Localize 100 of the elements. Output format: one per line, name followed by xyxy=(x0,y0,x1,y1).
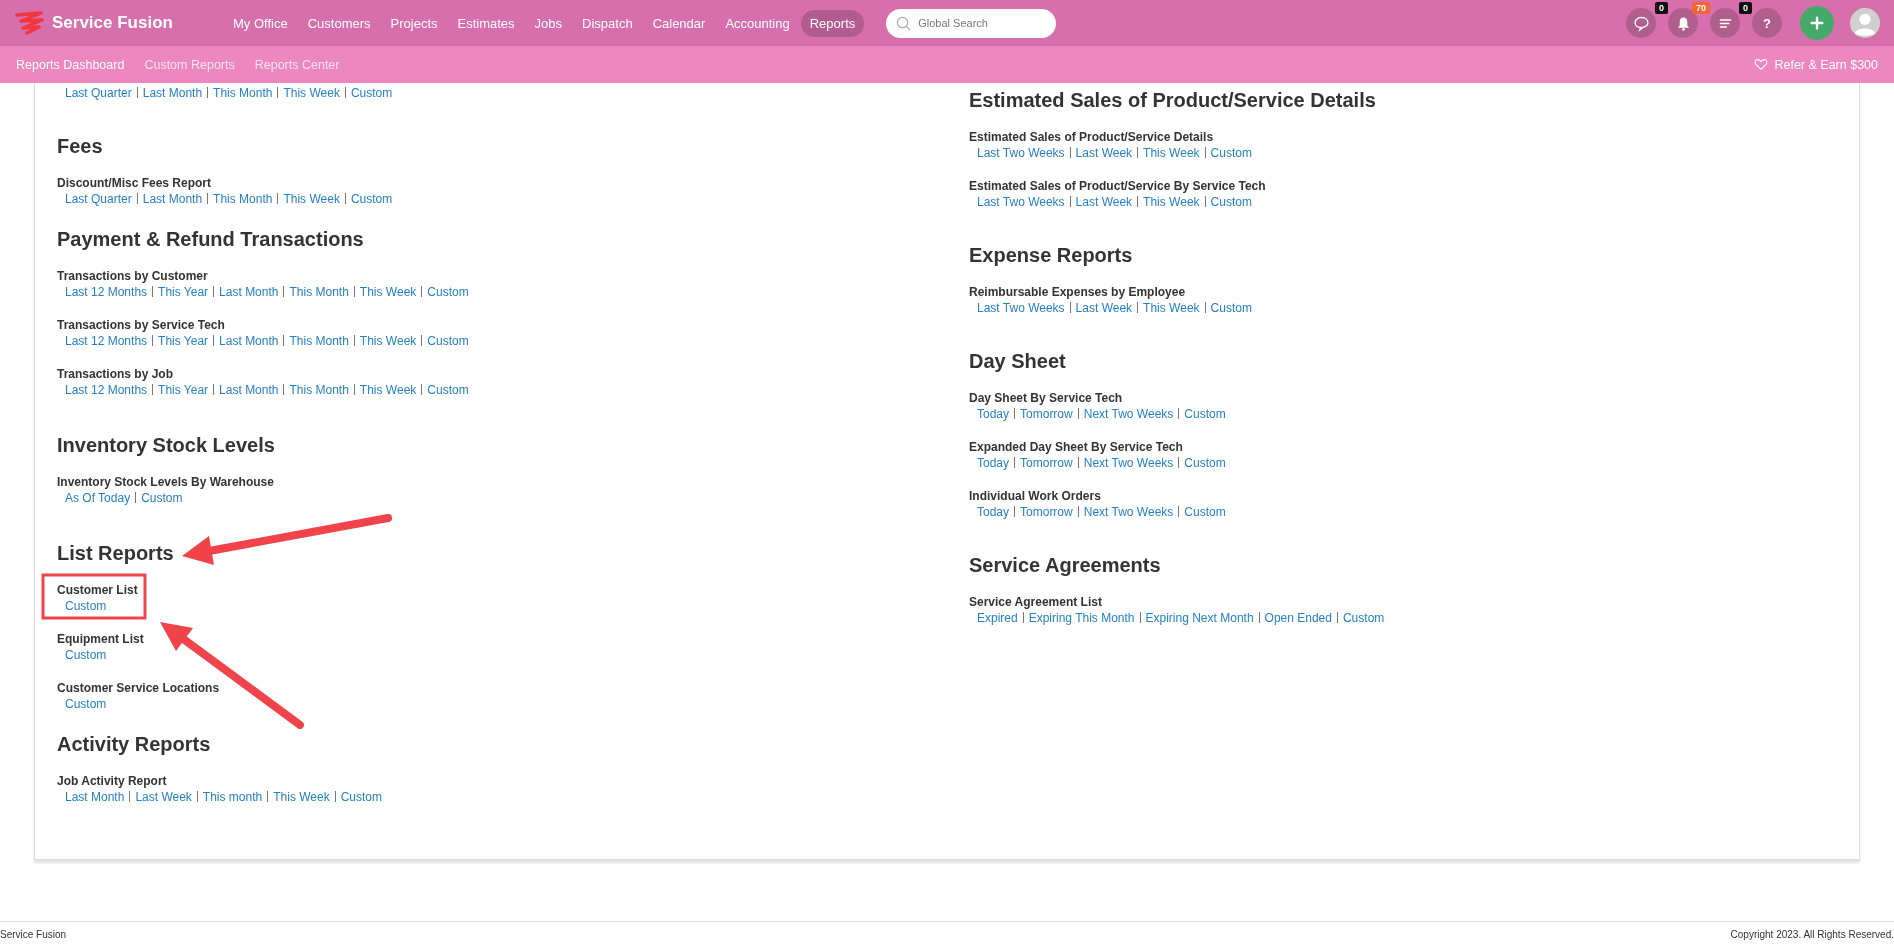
report-link[interactable]: Last Quarter xyxy=(65,192,132,206)
nav-item[interactable]: Reports xyxy=(800,9,865,37)
nav-item[interactable]: My Office xyxy=(224,9,297,37)
brand-name[interactable]: Service Fusion xyxy=(52,13,173,33)
report-link[interactable]: This Month xyxy=(289,285,349,299)
report-link[interactable]: This Month xyxy=(213,86,273,100)
report-link[interactable]: Custom xyxy=(427,383,469,397)
report-link[interactable]: Last 12 Months xyxy=(65,285,148,299)
help-button[interactable]: ? xyxy=(1752,8,1782,38)
report-link[interactable]: Custom xyxy=(1210,301,1252,315)
report-link[interactable]: This Week xyxy=(1143,146,1200,160)
report-link[interactable]: Open Ended xyxy=(1264,611,1332,625)
report-link[interactable]: Last Month xyxy=(219,285,279,299)
report-link[interactable]: Custom xyxy=(340,790,383,804)
nav-item[interactable]: Accounting xyxy=(716,9,799,37)
report-link[interactable]: This Month xyxy=(289,334,349,348)
report-link[interactable]: Last 12 Months xyxy=(65,334,148,348)
report-link[interactable]: This Week xyxy=(1143,301,1200,315)
report-link[interactable]: Last Week xyxy=(1075,146,1133,160)
report-link[interactable]: Custom xyxy=(1184,456,1226,470)
count-badge: 0 xyxy=(1655,2,1668,14)
report-link[interactable]: Custom xyxy=(1184,407,1226,421)
report-title: Equipment List xyxy=(57,631,145,647)
report-link[interactable]: Tomorrow xyxy=(1020,505,1073,519)
report-link[interactable]: Last Week xyxy=(135,790,192,804)
plus-icon xyxy=(1808,14,1826,32)
section-heading: Fees xyxy=(57,135,104,158)
search-field[interactable]: Global Search xyxy=(886,8,1057,38)
report-link[interactable]: This Week xyxy=(359,285,417,299)
tasks-button[interactable] xyxy=(1710,8,1740,38)
report-link[interactable]: This Year xyxy=(158,285,209,299)
report-link[interactable]: This month xyxy=(202,790,263,804)
report-title: Individual Work Orders xyxy=(969,488,1102,504)
report-link[interactable]: Last Week xyxy=(1075,301,1133,315)
add-button[interactable] xyxy=(1800,6,1834,40)
report-link[interactable]: Last Quarter xyxy=(65,86,132,100)
report-link[interactable]: Last Two Weeks xyxy=(977,301,1065,315)
report-link[interactable]: Next Two Weeks xyxy=(1083,407,1174,421)
report-link[interactable]: This Week xyxy=(1143,195,1200,209)
report-link[interactable]: Custom xyxy=(427,334,469,348)
report-link[interactable]: Next Two Weeks xyxy=(1083,505,1174,519)
report-link[interactable]: Expired xyxy=(977,611,1018,625)
report-link[interactable]: Last Month xyxy=(219,334,279,348)
report-link[interactable]: This Week xyxy=(359,383,417,397)
report-link[interactable]: This Week xyxy=(359,334,417,348)
notifications-button[interactable] xyxy=(1668,8,1698,38)
report-link[interactable]: Today xyxy=(977,505,1010,519)
report-link[interactable]: Expiring Next Month xyxy=(1145,611,1254,625)
report-link[interactable]: Last Two Weeks xyxy=(977,146,1065,160)
footer-brand: Service Fusion xyxy=(0,929,67,940)
report-link[interactable]: Last Month xyxy=(142,192,203,206)
report-link[interactable]: Custom xyxy=(65,697,107,711)
report-link[interactable]: Tomorrow xyxy=(1020,407,1073,421)
nav-item[interactable]: Customers xyxy=(298,9,380,37)
report-title: Job Activity Report xyxy=(57,773,168,789)
report-title: Transactions by Customer xyxy=(57,268,209,284)
report-link[interactable]: Custom xyxy=(1184,505,1226,519)
report-link[interactable]: This Week xyxy=(283,86,340,100)
report-link[interactable]: Custom xyxy=(350,192,393,206)
report-link[interactable]: Last Month xyxy=(219,383,279,397)
report-link[interactable]: Custom xyxy=(65,599,107,613)
subnav-link[interactable]: Reports Dashboard xyxy=(16,57,125,72)
report-link[interactable]: Last Week xyxy=(1075,195,1133,209)
count-badge: 0 xyxy=(1739,2,1752,14)
report-link[interactable]: This Year xyxy=(158,334,209,348)
report-title: Discount/Misc Fees Report xyxy=(57,175,213,191)
nav-item[interactable]: Jobs xyxy=(525,9,572,37)
avatar-icon[interactable] xyxy=(1850,8,1880,38)
report-link[interactable]: This Month xyxy=(289,383,349,397)
report-link[interactable]: Last 12 Months xyxy=(65,383,148,397)
nav-item[interactable]: Dispatch xyxy=(573,9,642,37)
report-link[interactable]: Today xyxy=(977,456,1010,470)
report-link[interactable]: Last Month xyxy=(65,790,125,804)
report-link[interactable]: Last Month xyxy=(142,86,203,100)
section-heading: Day Sheet xyxy=(969,350,1067,373)
report-link[interactable]: Custom xyxy=(350,86,393,100)
report-link[interactable]: Custom xyxy=(1342,611,1385,625)
nav-item[interactable]: Projects xyxy=(381,9,447,37)
report-link[interactable]: This Year xyxy=(158,383,209,397)
report-link[interactable]: Expiring This Month xyxy=(1028,611,1135,625)
report-link[interactable]: Custom xyxy=(1210,146,1252,160)
report-link[interactable]: Next Two Weeks xyxy=(1083,456,1174,470)
nav-item[interactable]: Calendar xyxy=(643,9,715,37)
report-title: Service Agreement List xyxy=(969,594,1103,610)
nav-item[interactable]: Estimates xyxy=(448,9,524,37)
report-link[interactable]: This Month xyxy=(213,192,273,206)
refer-link[interactable]: Refer & Earn $300 xyxy=(1774,57,1878,72)
chat-button[interactable] xyxy=(1626,8,1656,38)
report-link[interactable]: This Week xyxy=(273,790,330,804)
report-link[interactable]: Custom xyxy=(1210,195,1252,209)
report-link[interactable]: Custom xyxy=(141,491,183,505)
report-link[interactable]: As Of Today xyxy=(65,491,131,505)
report-link[interactable]: Last Two Weeks xyxy=(977,195,1065,209)
report-link[interactable]: Custom xyxy=(65,648,107,662)
report-title: Transactions by Job xyxy=(57,366,175,382)
report-link[interactable]: This Week xyxy=(283,192,340,206)
report-title: Day Sheet By Service Tech xyxy=(969,390,1124,406)
report-link[interactable]: Today xyxy=(977,407,1010,421)
report-link[interactable]: Tomorrow xyxy=(1020,456,1073,470)
report-link[interactable]: Custom xyxy=(427,285,469,299)
